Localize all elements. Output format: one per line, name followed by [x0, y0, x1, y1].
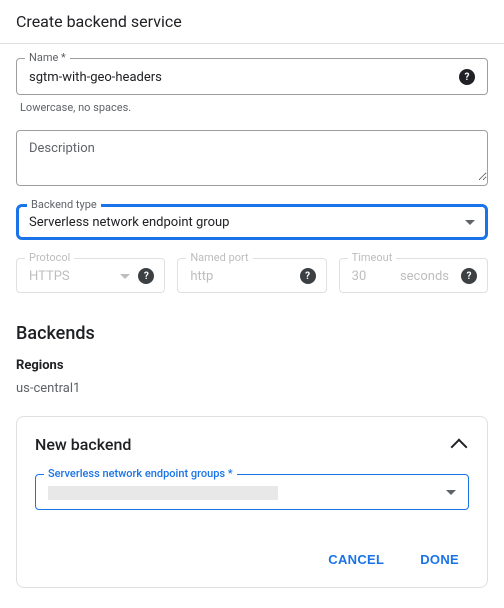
chevron-down-icon: [120, 274, 130, 279]
timeout-value: 30: [352, 269, 392, 284]
protocol-select: Protocol HTTPS ?: [16, 258, 165, 293]
help-icon[interactable]: ?: [300, 268, 316, 284]
neg-select[interactable]: Serverless network endpoint groups *: [35, 474, 469, 510]
regions-label: Regions: [16, 358, 488, 373]
name-input[interactable]: [29, 70, 451, 85]
name-label: Name *: [25, 51, 70, 64]
new-backend-title: New backend: [35, 435, 131, 454]
neg-value: [48, 485, 438, 500]
protocol-value: HTTPS: [29, 269, 112, 284]
help-icon[interactable]: ?: [459, 69, 475, 85]
chevron-down-icon: [465, 220, 475, 225]
named-port-value: http: [190, 269, 291, 284]
description-field[interactable]: [16, 130, 488, 186]
backend-type-label: Backend type: [27, 198, 101, 211]
done-button[interactable]: DONE: [416, 546, 463, 573]
timeout-field: Timeout 30 seconds ?: [339, 258, 488, 293]
help-icon[interactable]: ?: [138, 268, 154, 284]
named-port-label: Named port: [186, 251, 252, 264]
protocol-label: Protocol: [25, 251, 74, 264]
name-helper: Lowercase, no spaces.: [20, 101, 488, 114]
chevron-down-icon: [446, 490, 456, 495]
named-port-field: Named port http ?: [177, 258, 326, 293]
chevron-up-icon[interactable]: [451, 438, 468, 455]
timeout-label: Timeout: [348, 251, 397, 264]
backends-heading: Backends: [16, 323, 488, 344]
cancel-button[interactable]: CANCEL: [324, 546, 388, 573]
timeout-unit: seconds: [400, 269, 449, 284]
page-title: Create backend service: [0, 0, 504, 44]
name-field[interactable]: Name * ?: [16, 58, 488, 95]
redacted-value: [48, 486, 278, 500]
backend-type-value: Serverless network endpoint group: [29, 215, 457, 230]
neg-label: Serverless network endpoint groups *: [44, 467, 237, 480]
backend-type-select[interactable]: Backend type Serverless network endpoint…: [16, 204, 488, 240]
region-value: us-central1: [16, 381, 488, 396]
new-backend-panel: New backend Serverless network endpoint …: [16, 416, 488, 588]
description-textarea[interactable]: [17, 131, 487, 181]
help-icon[interactable]: ?: [461, 268, 477, 284]
